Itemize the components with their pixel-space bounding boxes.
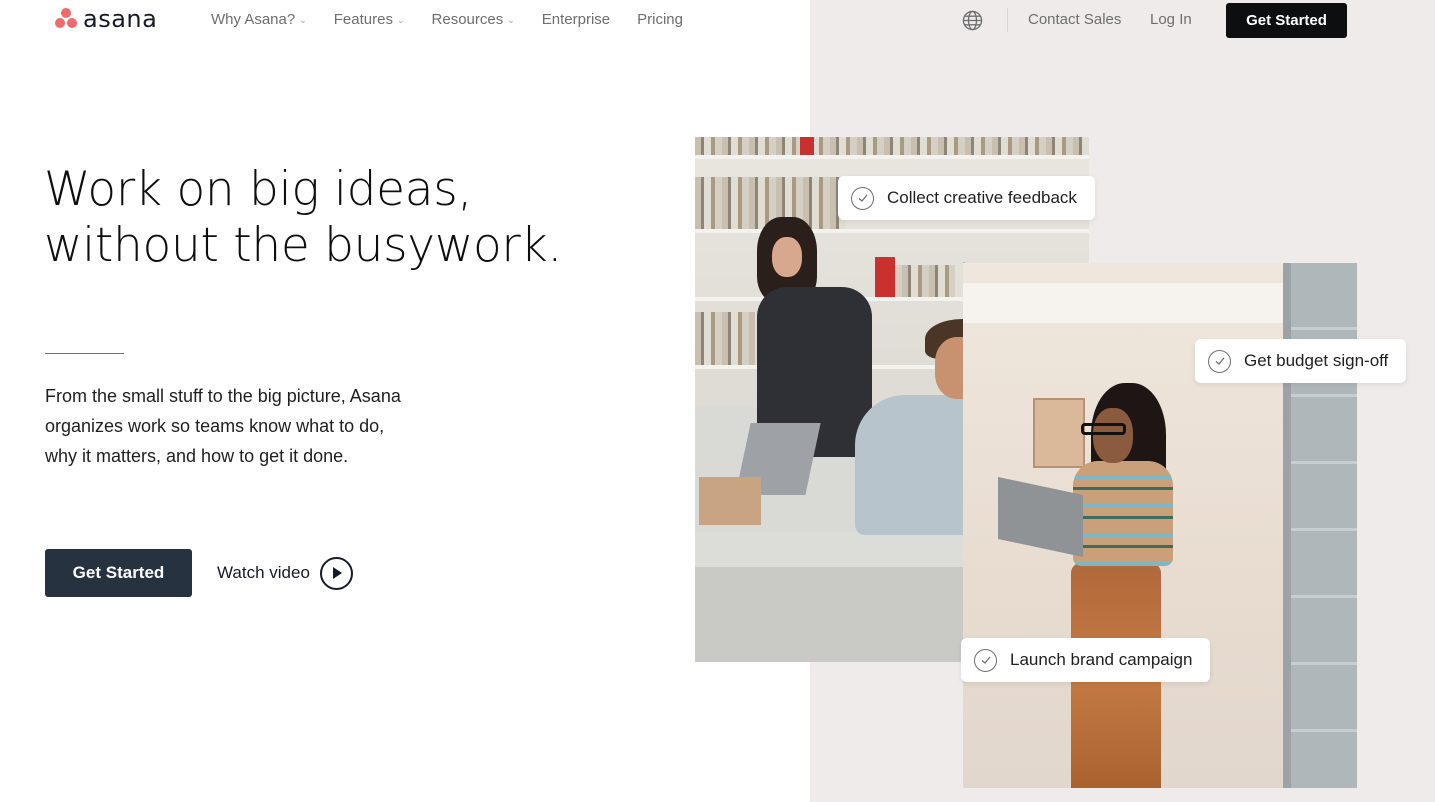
nav-features[interactable]: Features ⌄	[334, 11, 405, 28]
nav-link-label: Pricing	[637, 11, 683, 28]
play-circle-icon	[319, 556, 353, 590]
subcopy-line: From the small stuff to the big picture,…	[45, 386, 401, 406]
top-navigation: asana Why Asana? ⌄ Features ⌄ Resources …	[0, 0, 1435, 40]
check-circle-icon	[1208, 349, 1231, 373]
asana-logo-icon	[54, 7, 79, 31]
globe-icon[interactable]	[962, 10, 983, 31]
task-chip: Launch brand campaign	[961, 638, 1211, 682]
headline-line: Work on big ideas,	[44, 162, 473, 217]
nav-link-label: Why Asana?	[211, 11, 296, 28]
nav-get-started-button[interactable]: Get Started	[1226, 3, 1347, 38]
hero-subcopy: From the small stuff to the big picture,…	[45, 381, 465, 471]
nav-divider	[1007, 8, 1008, 32]
task-chip: Collect creative feedback	[838, 176, 1095, 220]
asana-logo[interactable]: asana	[54, 7, 157, 31]
nav-link-label: Enterprise	[541, 11, 611, 28]
subcopy-line: why it matters, and how to get it done.	[45, 446, 349, 466]
headline-divider	[45, 353, 124, 354]
check-circle-icon	[851, 186, 874, 210]
task-label: Collect creative feedback	[887, 188, 1077, 207]
watch-video-button[interactable]: Watch video	[217, 556, 353, 590]
hero-get-started-button[interactable]: Get Started	[45, 549, 192, 597]
hero-headline: Work on big ideas, without the busywork.	[44, 162, 562, 274]
nav-why-asana[interactable]: Why Asana? ⌄	[211, 11, 307, 28]
headline-line: without the busywork.	[44, 218, 562, 273]
contact-sales-link[interactable]: Contact Sales	[1028, 11, 1121, 28]
task-label: Launch brand campaign	[1010, 650, 1193, 669]
check-circle-icon	[974, 648, 997, 672]
primary-nav: Why Asana? ⌄ Features ⌄ Resources ⌄ Ente…	[211, 11, 683, 28]
task-chip: Get budget sign-off	[1195, 339, 1407, 383]
chevron-down-icon: ⌄	[507, 15, 515, 25]
log-in-link[interactable]: Log In	[1150, 11, 1192, 28]
chevron-down-icon: ⌄	[299, 15, 307, 25]
nav-pricing[interactable]: Pricing	[637, 11, 683, 28]
task-label: Get budget sign-off	[1244, 351, 1389, 370]
watch-video-label: Watch video	[217, 563, 310, 582]
logo-wordmark: asana	[83, 5, 158, 33]
subcopy-line: organizes work so teams know what to do,	[45, 416, 385, 436]
nav-link-label: Features	[333, 11, 393, 28]
nav-enterprise[interactable]: Enterprise	[542, 11, 610, 28]
nav-resources[interactable]: Resources ⌄	[432, 11, 515, 28]
nav-link-label: Resources	[431, 11, 504, 28]
chevron-down-icon: ⌄	[396, 15, 405, 25]
